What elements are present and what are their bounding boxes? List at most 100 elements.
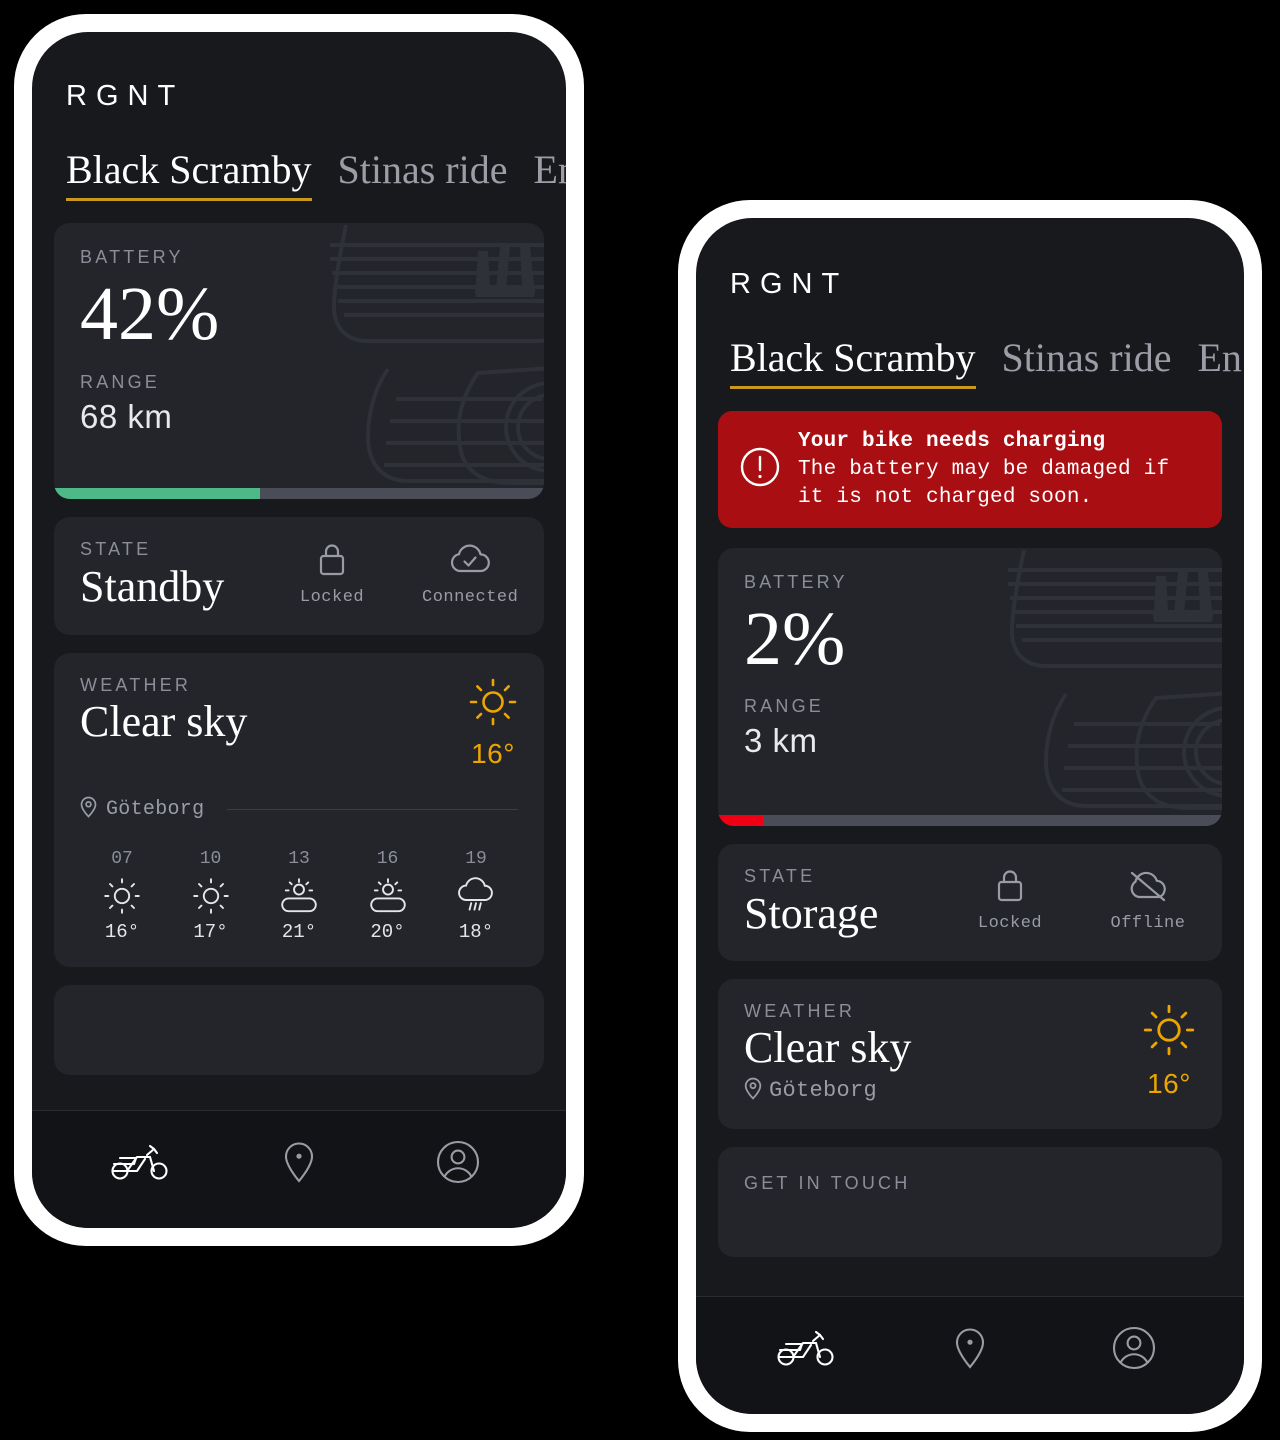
weather-label: WEATHER [744, 1001, 856, 1022]
alert-title: Your bike needs charging [798, 430, 1106, 453]
state-card-right[interactable]: STATE Storage Locked Offline [718, 843, 1222, 962]
rgnt-logo: RGNT [66, 80, 185, 112]
weather-condition: Clear sky [744, 1023, 912, 1073]
battery-label: BATTERY [744, 571, 848, 592]
rgnt-logo: RGNT [730, 268, 849, 300]
locked-label: Locked [299, 587, 365, 607]
location-pin-icon [284, 1141, 314, 1183]
get-in-touch-label: GET IN TOUCH [744, 1172, 911, 1193]
tab-en-truncated[interactable]: En [533, 149, 566, 201]
forecast-hour-item: 16 20° [352, 849, 424, 943]
nav-item-account[interactable] [1089, 1326, 1179, 1370]
battery-card-right[interactable]: BATTERY 2% RANGE 3 km [718, 547, 1222, 826]
battery-progress-track [54, 488, 544, 499]
forecast-hour-item: 07 16° [86, 849, 158, 943]
next-card-partial-left[interactable] [54, 984, 544, 1075]
phone-screen-right: RGNT Black Scramby Stinas ride En Your b… [696, 218, 1244, 1414]
sun-cloud-icon [352, 873, 424, 919]
account-circle-icon [1112, 1326, 1156, 1369]
state-indicator-connected: Connected [422, 540, 518, 607]
weather-condition: Clear sky [80, 696, 248, 746]
locked-label: Locked [977, 914, 1043, 934]
sun-icon [468, 677, 518, 732]
forecast-temp: 18° [458, 920, 494, 943]
sun-cloud-icon [263, 873, 335, 919]
range-value: 68 km [80, 397, 173, 435]
get-in-touch-card[interactable]: GET IN TOUCH [718, 1146, 1222, 1257]
nav-item-location[interactable] [925, 1326, 1015, 1370]
state-card-left[interactable]: STATE Standby Locked Connected [54, 517, 544, 635]
bottom-nav-left[interactable] [32, 1110, 566, 1228]
weather-temperature: 16° [471, 737, 515, 769]
forecast-hour-item: 10 17° [175, 849, 247, 943]
state-indicator-offline: Offline [1100, 866, 1196, 933]
nav-item-bike[interactable] [95, 1143, 185, 1181]
range-label: RANGE [80, 371, 161, 392]
offline-label: Offline [1110, 914, 1186, 934]
battery-card-left[interactable]: BATTERY 42% RANGE 68 km [54, 223, 544, 499]
phone-screen-left: RGNT Black Scramby Stinas ride En [32, 32, 566, 1228]
weather-location: Göteborg [769, 1078, 878, 1104]
weather-location-row: Göteborg [80, 796, 518, 823]
tab-stinas-ride[interactable]: Stinas ride [338, 149, 508, 201]
state-indicator-locked: Locked [284, 540, 380, 607]
tab-black-scramby[interactable]: Black Scramby [730, 337, 976, 389]
state-label: STATE [744, 865, 816, 886]
battery-progress-fill [718, 814, 764, 826]
lock-icon [962, 866, 1058, 906]
range-value: 3 km [744, 722, 818, 760]
weather-temperature: 16° [1147, 1068, 1191, 1100]
forecast-temp: 20° [370, 920, 405, 943]
battery-progress-track [718, 814, 1222, 826]
forecast-hour: 19 [465, 848, 487, 869]
bottom-nav-right[interactable] [696, 1296, 1244, 1414]
exclamation-circle-icon [738, 445, 782, 494]
weather-card-right[interactable]: WEATHER Clear sky Göteborg 16° [718, 979, 1222, 1129]
forecast-hour: 10 [199, 848, 222, 869]
battery-percent: 42% [80, 272, 220, 356]
state-label: STATE [80, 539, 152, 559]
nav-item-bike[interactable] [761, 1329, 851, 1367]
motorcycle-icon [777, 1330, 834, 1366]
weather-label: WEATHER [80, 674, 192, 695]
nav-item-account[interactable] [413, 1140, 503, 1184]
account-circle-icon [437, 1140, 480, 1183]
battery-percent: 2% [744, 596, 846, 681]
forecast-hour-item: 19 18° [440, 849, 512, 943]
tab-stinas-ride[interactable]: Stinas ride [1002, 337, 1172, 389]
bike-tabs-left[interactable]: Black Scramby Stinas ride En [66, 149, 566, 201]
battery-label: BATTERY [80, 247, 184, 267]
connected-label: Connected [422, 587, 519, 607]
phone-frame-right: RGNT Black Scramby Stinas ride En Your b… [678, 200, 1262, 1432]
state-value: Standby [80, 562, 225, 611]
location-pin-icon [80, 796, 97, 823]
nav-item-location[interactable] [254, 1140, 344, 1184]
lock-icon [284, 540, 380, 580]
motorcycle-icon [111, 1144, 168, 1180]
state-indicator-locked: Locked [962, 866, 1058, 933]
tab-en-truncated[interactable]: En [1197, 337, 1241, 389]
location-pin-icon [955, 1327, 985, 1369]
weather-card-left[interactable]: WEATHER Clear sky 16° Göteborg 07 16° 10… [54, 652, 544, 967]
forecast-temp: 17° [193, 920, 228, 943]
weather-location: Göteborg [106, 797, 205, 821]
hourly-forecast-list: 07 16° 10 17° 13 21° 16 20° 19 18° [80, 849, 518, 943]
bike-tabs-right[interactable]: Black Scramby Stinas ride En [730, 337, 1242, 389]
forecast-hour: 07 [111, 848, 133, 869]
location-pin-icon [744, 1077, 762, 1105]
tab-black-scramby[interactable]: Black Scramby [66, 149, 312, 201]
phone-frame-left: RGNT Black Scramby Stinas ride En [14, 14, 584, 1246]
rain-cloud-icon [440, 873, 512, 919]
sun-icon [175, 873, 247, 919]
sun-icon [86, 873, 158, 919]
cloud-check-icon [422, 540, 518, 580]
forecast-temp: 21° [281, 920, 317, 943]
cloud-off-icon [1100, 866, 1196, 906]
forecast-hour: 13 [288, 848, 310, 869]
weather-location-row: Göteborg [744, 1077, 1142, 1105]
app-content-right[interactable]: RGNT Black Scramby Stinas ride En Your b… [696, 218, 1244, 1296]
state-value: Storage [744, 888, 879, 938]
app-content-left[interactable]: RGNT Black Scramby Stinas ride En [32, 32, 566, 1110]
charging-alert-banner[interactable]: Your bike needs charging The battery may… [718, 411, 1222, 528]
alert-body: The battery may be damaged if it is not … [798, 458, 1170, 509]
